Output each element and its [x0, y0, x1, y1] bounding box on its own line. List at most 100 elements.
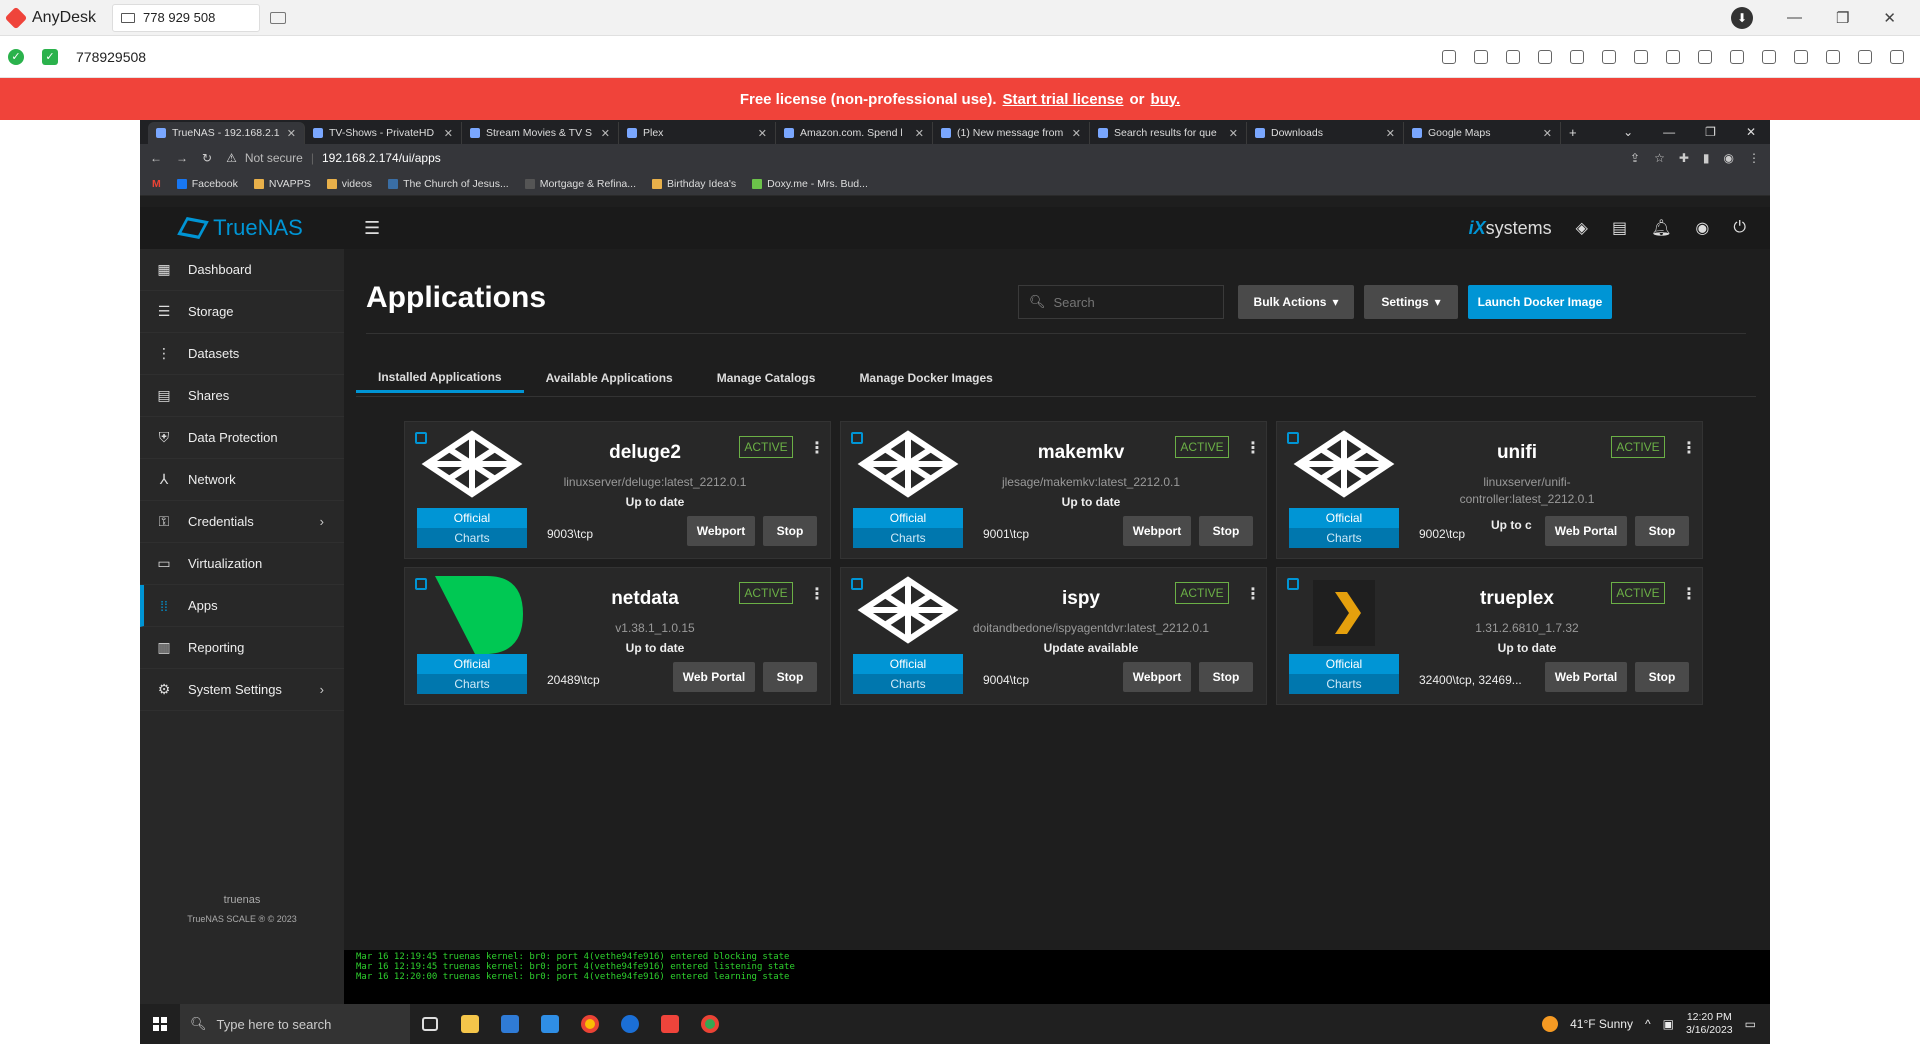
anydesk-taskbar-icon[interactable]	[650, 1015, 690, 1033]
bell-icon[interactable]: 🔔︎	[1651, 218, 1671, 238]
start-trial-link[interactable]: Start trial license	[1003, 91, 1124, 108]
settings-button[interactable]: Settings ▾	[1364, 285, 1458, 319]
app-select-checkbox[interactable]	[851, 432, 863, 444]
sidebar-item-shares[interactable]: ▤ Shares	[140, 375, 344, 417]
actions-icon[interactable]	[1602, 49, 1616, 64]
web-portal-button[interactable]: Web Portal	[673, 662, 755, 692]
file-icon[interactable]	[1570, 49, 1584, 64]
restore-icon[interactable]: ❐	[1836, 9, 1849, 27]
keyboard-icon[interactable]	[1762, 49, 1776, 64]
minimize-icon[interactable]: —	[1787, 9, 1802, 26]
app-card[interactable]: Official Charts trueplex ACTIVE ⋮ 1.31.2…	[1276, 567, 1703, 705]
tab-close-icon[interactable]: ✕	[1543, 127, 1552, 140]
profile-avatar[interactable]: ◉	[1724, 151, 1734, 165]
tray-chevron-up-icon[interactable]: ^	[1645, 1017, 1651, 1031]
search-box[interactable]: 🔍︎	[1018, 285, 1224, 319]
sidebar-item-datasets[interactable]: ⋮ Datasets	[140, 333, 344, 375]
tab-close-icon[interactable]: ✕	[1386, 127, 1395, 140]
app-select-checkbox[interactable]	[415, 578, 427, 590]
notifications-icon[interactable]: ▭	[1745, 1017, 1756, 1031]
taskbar-search[interactable]: 🔍︎ Type here to search	[180, 1004, 410, 1044]
weather-text[interactable]: 41°F Sunny	[1570, 1017, 1633, 1031]
star-icon[interactable]	[1538, 49, 1552, 64]
stop-button[interactable]: Stop	[1635, 516, 1689, 546]
bookmark-item[interactable]: Mortgage & Refina...	[524, 178, 636, 190]
new-tab-icon[interactable]: +	[1569, 125, 1577, 140]
start-button[interactable]	[140, 1017, 180, 1031]
hamburger-menu-icon[interactable]: ☰	[364, 218, 380, 239]
stop-button[interactable]: Stop	[763, 516, 817, 546]
extensions-icon[interactable]: ✚	[1679, 151, 1689, 165]
sidebar-item-data-protection[interactable]: ⛨ Data Protection	[140, 417, 344, 459]
bookmark-item[interactable]: Doxy.me - Mrs. Bud...	[752, 178, 868, 190]
truecommand-icon[interactable]: ◈	[1576, 218, 1588, 238]
sidepanel-icon[interactable]: ▮	[1703, 151, 1710, 165]
clipboard-icon[interactable]: ▤	[1612, 218, 1627, 238]
browser-minimize-icon[interactable]: —	[1663, 125, 1675, 139]
bookmark-item[interactable]: The Church of Jesus...	[388, 178, 509, 190]
app-card[interactable]: Official Charts makemkv ACTIVE ⋮ jlesage…	[840, 421, 1267, 559]
bookmark-item[interactable]: Facebook	[176, 178, 238, 190]
sidebar-item-dashboard[interactable]: ▦ Dashboard	[140, 249, 344, 291]
mail-icon[interactable]	[530, 1015, 570, 1033]
app-icon[interactable]	[610, 1015, 650, 1033]
sidebar-item-apps[interactable]: ⁞⁞ Apps	[140, 585, 344, 627]
bookmark-item[interactable]: NVAPPS	[253, 178, 311, 190]
tab-close-icon[interactable]: ✕	[915, 127, 924, 140]
browser-tab[interactable]: TrueNAS - 192.168.2.1 ✕	[148, 122, 305, 144]
file-explorer-icon[interactable]	[450, 1015, 490, 1033]
taskbar-clock[interactable]: 12:20 PM 3/16/2023	[1686, 1011, 1733, 1037]
remote-screen[interactable]: TrueNAS - 192.168.2.1 ✕ TV-Shows - Privat…	[140, 120, 1770, 1004]
sidebar-item-virtualization[interactable]: ▭ Virtualization	[140, 543, 344, 585]
web-portal-button[interactable]: Web Portal	[1545, 662, 1627, 692]
ixsystems-logo[interactable]: iXsystems	[1469, 218, 1552, 239]
reload-icon[interactable]: ↻	[202, 151, 212, 165]
tab-close-icon[interactable]: ✕	[287, 127, 296, 140]
task-view-icon[interactable]	[410, 1017, 450, 1031]
more-options-icon[interactable]: ⋮	[809, 438, 825, 458]
browser-tab[interactable]: (1) New message from ✕	[933, 122, 1090, 144]
app-card[interactable]: Official Charts netdata ACTIVE ⋮ v1.38.1…	[404, 567, 831, 705]
browser-tab[interactable]: TV-Shows - PrivateHD ✕	[305, 122, 462, 144]
more-options-icon[interactable]: ⋮	[1245, 584, 1261, 604]
tab-close-icon[interactable]: ✕	[444, 127, 453, 140]
search-input[interactable]	[1053, 294, 1214, 310]
record-icon[interactable]	[1826, 49, 1840, 64]
launch-docker-image-button[interactable]: Launch Docker Image	[1468, 285, 1612, 319]
browser-tab[interactable]: Search results for que ✕	[1090, 122, 1247, 144]
app-select-checkbox[interactable]	[1287, 578, 1299, 590]
app-card[interactable]: Official Charts ispy ACTIVE ⋮ doitandbed…	[840, 567, 1267, 705]
lightning-icon[interactable]	[1730, 49, 1744, 64]
browser-close-icon[interactable]: ✕	[1746, 125, 1756, 139]
webport-button[interactable]: Webport	[1123, 516, 1191, 546]
database-icon[interactable]	[1506, 49, 1520, 64]
sidebar-item-system-settings[interactable]: ⚙ System Settings ›	[140, 669, 344, 711]
power-icon[interactable]: ⏻	[1733, 219, 1746, 237]
webport-button[interactable]: Webport	[1123, 662, 1191, 692]
browser-restore-icon[interactable]: ❐	[1705, 125, 1716, 139]
tab-close-icon[interactable]: ✕	[1072, 127, 1081, 140]
hourglass-icon[interactable]	[1474, 49, 1488, 64]
screen-icon[interactable]	[1666, 49, 1680, 64]
stop-button[interactable]: Stop	[763, 662, 817, 692]
gmail-icon[interactable]: M	[152, 178, 161, 190]
microsoft-store-icon[interactable]	[490, 1015, 530, 1033]
network-tray-icon[interactable]: ▣	[1663, 1017, 1674, 1031]
more-options-icon[interactable]: ⋮	[809, 584, 825, 604]
chat-icon[interactable]	[1698, 49, 1712, 64]
tab-manage-catalogs[interactable]: Manage Catalogs	[695, 363, 838, 393]
web-portal-button[interactable]: Web Portal	[1545, 516, 1627, 546]
tab-manage-docker-images[interactable]: Manage Docker Images	[837, 363, 1014, 393]
bookmark-item[interactable]: videos	[326, 178, 372, 190]
tab-close-icon[interactable]: ✕	[758, 127, 767, 140]
app-card[interactable]: Official Charts unifi ACTIVE ⋮ linuxserv…	[1276, 421, 1703, 559]
forward-icon[interactable]: →	[176, 151, 188, 165]
app-card[interactable]: Official Charts deluge2 ACTIVE ⋮ linuxse…	[404, 421, 831, 559]
buy-link[interactable]: buy.	[1150, 91, 1180, 108]
more-options-icon[interactable]: ⋮	[1681, 584, 1697, 604]
more-options-icon[interactable]: ⋮	[1681, 438, 1697, 458]
tab-available-applications[interactable]: Available Applications	[524, 363, 695, 393]
browser-menu-icon[interactable]: ⋮	[1748, 151, 1760, 165]
tab-close-icon[interactable]: ✕	[601, 127, 610, 140]
sidebar-item-reporting[interactable]: ▥ Reporting	[140, 627, 344, 669]
